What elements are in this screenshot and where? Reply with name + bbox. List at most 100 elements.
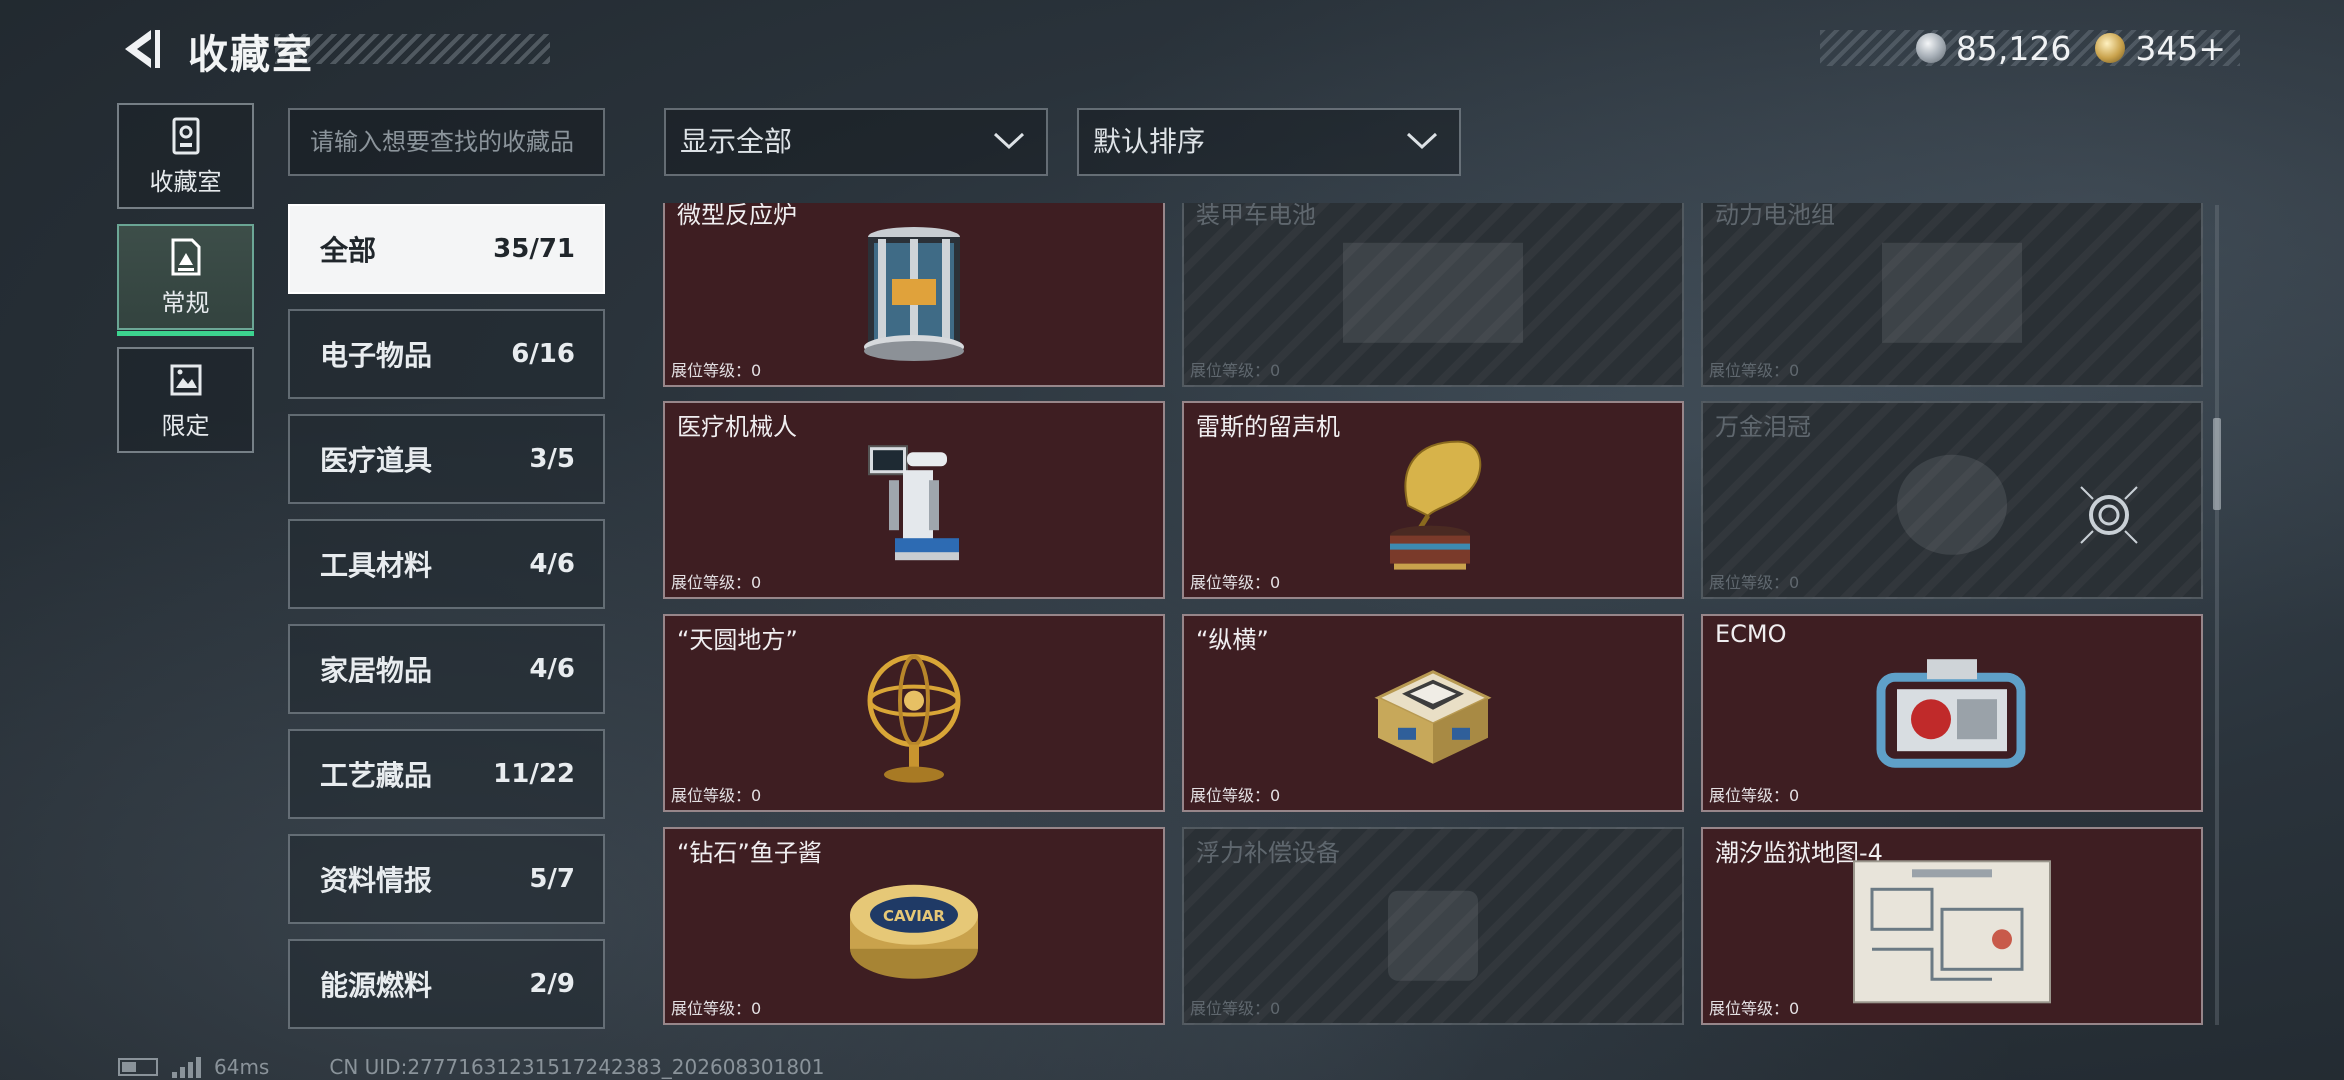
scrollbar-thumb[interactable] <box>2213 418 2221 510</box>
category-all[interactable]: 全部 35/71 <box>288 204 605 294</box>
category-count: 5/7 <box>529 864 575 894</box>
bcd-icon <box>1388 890 1478 981</box>
item-level: 展位等级：0 <box>1709 999 1800 1018</box>
category-count: 11/22 <box>493 759 575 789</box>
item-level: 展位等级：0 <box>1190 999 1281 1018</box>
chevron-down-icon <box>993 132 1025 150</box>
item-name: “纵横” <box>1196 626 1269 654</box>
item-level: 展位等级：0 <box>1190 361 1281 380</box>
document-icon <box>171 238 200 275</box>
side-tab-label: 限定 <box>161 411 210 440</box>
item-name: 动力电池组 <box>1715 203 1835 229</box>
category-energy[interactable]: 能源燃料 2/9 <box>288 939 605 1029</box>
battery-icon <box>118 1058 158 1076</box>
armillary-sphere-icon <box>867 654 961 783</box>
ecmo-machine-icon <box>1876 659 2026 768</box>
page-title: 收藏室 <box>188 32 314 78</box>
side-tab-limited[interactable]: 限定 <box>117 347 254 453</box>
category-label: 资料情报 <box>320 864 433 897</box>
side-tab-vault[interactable]: 收藏室 <box>117 103 254 209</box>
display-filter-dropdown[interactable]: 显示全部 <box>664 108 1048 176</box>
gold-coin-icon <box>2095 33 2126 63</box>
category-electronics[interactable]: 电子物品 6/16 <box>288 309 605 399</box>
caviar-tin-icon: CAVIAR <box>850 884 978 979</box>
title-decoration <box>275 34 550 64</box>
category-label: 能源燃料 <box>320 969 433 1002</box>
side-tab-label: 常规 <box>161 288 210 317</box>
medical-robot-icon <box>868 445 959 561</box>
item-name: 浮力补偿设备 <box>1196 839 1340 867</box>
category-intel[interactable]: 资料情报 5/7 <box>288 834 605 924</box>
item-level: 展位等级：0 <box>671 573 762 592</box>
item-level: 展位等级：0 <box>671 786 762 805</box>
category-medical[interactable]: 医疗道具 3/5 <box>288 414 605 504</box>
category-label: 家居物品 <box>320 654 433 687</box>
currency-bar: 85,126 345+ <box>1820 28 2240 68</box>
category-tools[interactable]: 工具材料 4/6 <box>288 519 605 609</box>
chess-box-icon <box>1374 670 1492 764</box>
category-count: 2/9 <box>529 969 575 999</box>
gold-amount[interactable]: 345+ <box>2135 29 2226 68</box>
collection-card[interactable]: 潮汐监狱地图-4 展位等级：0 <box>1701 827 2203 1025</box>
collection-card[interactable]: 医疗机械人 展位等级：0 <box>663 401 1165 599</box>
item-level: 展位等级：0 <box>1190 786 1281 805</box>
category-household[interactable]: 家居物品 4/6 <box>288 624 605 714</box>
uid-text: CN UID:27771631231517242383_202608301801 <box>329 1055 825 1079</box>
collection-grid: 微型反应炉 展位等级：0 装甲车电池 展位等级：0 动力电池组 展位等级：0 医… <box>663 203 2203 1025</box>
category-count: 4/6 <box>529 654 575 684</box>
category-count: 4/6 <box>529 549 575 579</box>
collection-card[interactable]: “钻石”鱼子酱 CAVIAR 展位等级：0 <box>663 827 1165 1025</box>
category-count: 3/5 <box>529 444 575 474</box>
item-name: “天圆地方” <box>677 626 798 654</box>
category-count: 6/16 <box>511 339 575 369</box>
item-name: 雷斯的留声机 <box>1196 413 1340 441</box>
item-name: 医疗机械人 <box>677 413 797 441</box>
silver-amount: 85,126 <box>1955 28 2072 68</box>
category-label: 医疗道具 <box>320 444 433 477</box>
item-level: 展位等级：0 <box>671 999 762 1018</box>
sort-dropdown[interactable]: 默认排序 <box>1077 108 1461 176</box>
scrollbar-track[interactable] <box>2215 205 2219 1025</box>
item-name: 万金泪冠 <box>1715 413 1811 441</box>
collection-card-locked[interactable]: 万金泪冠 展位等级：0 <box>1701 401 2203 599</box>
map-icon <box>1853 860 2051 1004</box>
category-crafts[interactable]: 工艺藏品 11/22 <box>288 729 605 819</box>
signal-icon <box>172 1057 201 1078</box>
collection-card[interactable]: 雷斯的留声机 展位等级：0 <box>1182 401 1684 599</box>
collection-card[interactable]: 微型反应炉 展位等级：0 <box>663 203 1165 387</box>
category-label: 电子物品 <box>320 339 433 372</box>
search-input[interactable]: 请输入想要查找的收藏品 <box>288 108 605 176</box>
collection-card-locked[interactable]: 动力电池组 展位等级：0 <box>1701 203 2203 387</box>
caviar-label: CAVIAR <box>883 907 945 925</box>
collection-card-locked[interactable]: 浮力补偿设备 展位等级：0 <box>1182 827 1684 1025</box>
top-bar: 收藏室 85,126 345+ <box>0 0 2344 100</box>
target-icon[interactable] <box>2077 483 2141 547</box>
category-count: 35/71 <box>493 234 575 264</box>
gramophone-icon <box>1390 440 1482 570</box>
collection-card[interactable]: ECMO 展位等级：0 <box>1701 614 2203 812</box>
item-name: 微型反应炉 <box>677 203 797 229</box>
collection-card[interactable]: “纵横” 展位等级：0 <box>1182 614 1684 812</box>
item-level: 展位等级：0 <box>1709 573 1800 592</box>
collection-card[interactable]: “天圆地方” 展位等级：0 <box>663 614 1165 812</box>
vault-icon <box>172 117 199 154</box>
item-level: 展位等级：0 <box>1709 786 1800 805</box>
display-filter-value: 显示全部 <box>680 125 793 158</box>
category-label: 全部 <box>320 234 377 267</box>
status-footer: 64ms CN UID:27771631231517242383_2026083… <box>118 1055 825 1079</box>
item-level: 展位等级：0 <box>1190 573 1281 592</box>
category-label: 工艺藏品 <box>320 759 433 792</box>
side-tab-regular[interactable]: 常规 <box>117 224 254 336</box>
item-name: ECMO <box>1715 620 1787 648</box>
back-button[interactable] <box>115 24 165 74</box>
back-arrow-icon <box>125 30 160 68</box>
item-name: “钻石”鱼子酱 <box>677 839 822 867</box>
item-level: 展位等级：0 <box>671 361 762 380</box>
collection-card-locked[interactable]: 装甲车电池 展位等级：0 <box>1182 203 1684 387</box>
landscape-icon <box>170 364 201 395</box>
chevron-down-icon <box>1406 132 1438 150</box>
reactor-icon <box>864 227 964 361</box>
silver-coin-icon <box>1915 33 1946 63</box>
battery-icon <box>1343 242 1523 343</box>
sort-value: 默认排序 <box>1093 125 1206 158</box>
